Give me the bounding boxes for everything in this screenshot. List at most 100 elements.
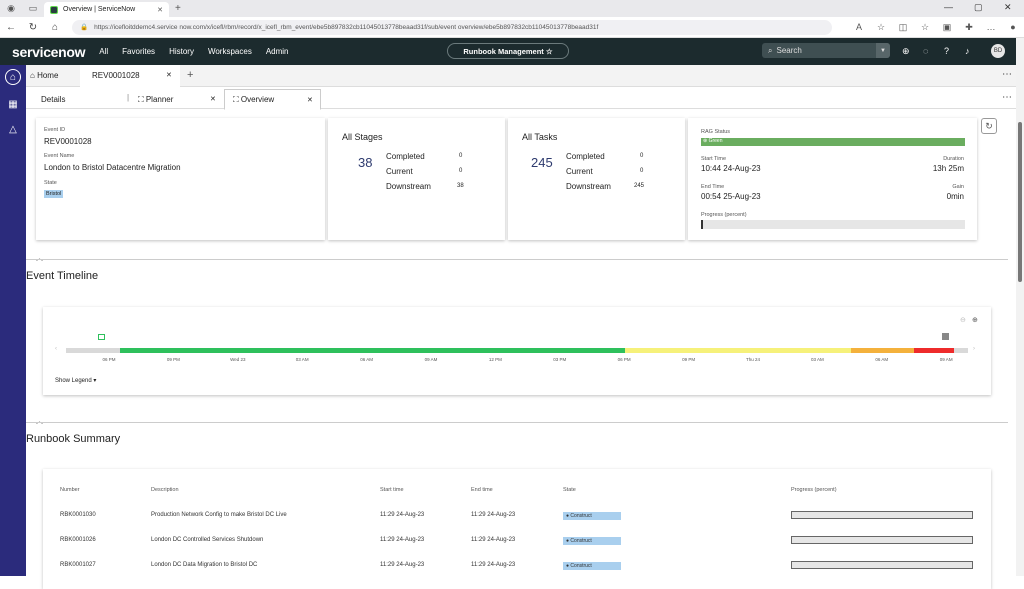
- tasks-completed-value: 0: [640, 153, 644, 159]
- new-tab-button[interactable]: +: [175, 3, 181, 14]
- page-scrollbar[interactable]: [1016, 38, 1024, 576]
- state-dot-icon: ●: [566, 538, 570, 544]
- tab-overview[interactable]: ⛶ Overview ✕: [224, 89, 321, 110]
- tab-details[interactable]: Details: [41, 95, 65, 104]
- servicenow-logo[interactable]: servicenow: [12, 44, 86, 60]
- more-options-icon[interactable]: ⋯: [1002, 69, 1012, 80]
- event-timeline-title: Event Timeline: [26, 270, 99, 282]
- close-overview-tab-icon[interactable]: ✕: [307, 96, 313, 104]
- event-name: London to Bristol Datacentre Migration: [44, 163, 181, 172]
- notifications-bell-icon[interactable]: ♪: [965, 46, 970, 56]
- extensions-icon[interactable]: ✚: [958, 22, 980, 33]
- zoom-out-icon[interactable]: ⊖: [960, 316, 966, 324]
- nav-all[interactable]: All: [99, 47, 108, 56]
- workspace-pill[interactable]: Runbook Management ☆: [447, 43, 569, 59]
- back-icon[interactable]: ←: [0, 22, 22, 33]
- col-state[interactable]: State: [563, 487, 576, 493]
- all-stages-card: All Stages 38 Completed 0 Current 0 Down…: [328, 118, 505, 240]
- row-number[interactable]: RBK0001027: [60, 562, 96, 568]
- planner-icon: ⛶: [138, 95, 144, 104]
- event-card: Event ID REV0001028 Event Name London to…: [36, 118, 325, 240]
- workspaces-icon[interactable]: ▭: [22, 0, 44, 17]
- rail-warning-icon[interactable]: △: [5, 121, 21, 137]
- sub-tabs-more-icon[interactable]: ⋯: [1002, 92, 1012, 103]
- row-progress-bar: [791, 511, 973, 519]
- globe-icon[interactable]: ⊕: [902, 46, 910, 57]
- close-planner-tab-icon[interactable]: ✕: [210, 95, 216, 103]
- tab-planner[interactable]: ⛶ Planner: [138, 95, 173, 105]
- refresh-button[interactable]: ↻: [981, 118, 997, 134]
- close-record-tab-icon[interactable]: ✕: [166, 71, 172, 79]
- browser-tab-strip: ◉ ▭ Overview | ServiceNow ✕ + — ▢ ✕: [0, 0, 1024, 17]
- rail-calendar-icon[interactable]: ▦: [5, 96, 21, 112]
- timeline-tick-label: 06 PM: [102, 357, 116, 362]
- copilot-icon[interactable]: ●: [1002, 22, 1024, 32]
- row-start: 11:29 24-Aug-23: [380, 562, 425, 568]
- end-marker-icon[interactable]: [942, 333, 949, 340]
- collapse-timeline-caret-icon[interactable]: ︿: [36, 416, 43, 426]
- start-marker-icon[interactable]: [98, 334, 105, 340]
- read-aloud-icon[interactable]: A: [848, 22, 870, 32]
- stages-downstream-value: 38: [457, 183, 464, 189]
- url-field[interactable]: 🔒 https://icefloitddemc4.service now.com…: [72, 19, 832, 35]
- browser-tab[interactable]: Overview | ServiceNow ✕: [44, 2, 169, 17]
- col-description[interactable]: Description: [151, 487, 179, 493]
- left-rail: ⌂ ▦ △: [0, 65, 26, 576]
- nav-history[interactable]: History: [169, 47, 194, 56]
- row-number[interactable]: RBK0001030: [60, 512, 96, 518]
- nav-favorites[interactable]: Favorites: [122, 47, 155, 56]
- runbook-summary-title: Runbook Summary: [26, 433, 121, 445]
- col-progress[interactable]: Progress (percent): [791, 487, 837, 493]
- search-scope-dropdown[interactable]: ▼: [876, 43, 890, 58]
- search-input[interactable]: ⌕ Search ▼: [762, 43, 890, 58]
- col-number[interactable]: Number: [60, 487, 80, 493]
- home-icon[interactable]: ⌂: [44, 22, 66, 33]
- row-state-badge: ● Construct: [563, 512, 621, 520]
- timeline-segment: [625, 348, 851, 353]
- add-tab-button[interactable]: +: [187, 69, 193, 81]
- timeline-bar: [66, 348, 968, 353]
- rag-status-bar: ⊛ Green: [701, 138, 965, 146]
- col-end-time[interactable]: End time: [471, 487, 493, 493]
- tab-planner-label: Planner: [145, 95, 174, 104]
- timeline-prev-icon[interactable]: ‹: [55, 346, 57, 352]
- tasks-downstream-value: 245: [634, 183, 645, 189]
- tab-home-label: Home: [37, 71, 59, 80]
- zoom-in-icon[interactable]: ⊕: [972, 316, 978, 324]
- minimize-icon[interactable]: —: [944, 2, 953, 12]
- row-progress-bar: [791, 561, 973, 569]
- maximize-icon[interactable]: ▢: [974, 2, 983, 13]
- tab-home[interactable]: ⌂ Home: [30, 71, 58, 80]
- chat-icon[interactable]: ◌: [923, 46, 928, 56]
- nav-workspaces[interactable]: Workspaces: [208, 47, 252, 56]
- split-screen-icon[interactable]: ◫: [892, 22, 914, 33]
- collections-icon[interactable]: ▣: [936, 22, 958, 33]
- timeline-tick-label: 03 AM: [811, 357, 824, 362]
- tasks-downstream-label: Downstream: [566, 182, 611, 191]
- help-icon[interactable]: ?: [944, 46, 949, 56]
- start-time-label: Start Time: [701, 156, 727, 162]
- timeline-segment: [954, 348, 968, 353]
- profile-icon[interactable]: ◉: [0, 0, 22, 17]
- scrollbar-thumb[interactable]: [1018, 122, 1022, 282]
- collapse-cards-caret-icon[interactable]: ︿: [36, 253, 43, 263]
- favorites-icon[interactable]: ☆: [914, 22, 936, 33]
- nav-admin[interactable]: Admin: [266, 47, 289, 56]
- tab-record[interactable]: REV0001028 ✕: [80, 65, 180, 87]
- timeline-next-icon[interactable]: ›: [973, 346, 975, 352]
- row-description: London DC Controlled Services Shutdown: [151, 537, 264, 543]
- tab-separator: |: [127, 93, 130, 102]
- favorite-star-icon[interactable]: ☆: [870, 22, 892, 33]
- rail-home-icon[interactable]: ⌂: [5, 69, 21, 85]
- show-legend-button[interactable]: Show Legend ▾: [55, 377, 96, 384]
- row-state: Construct: [570, 513, 592, 519]
- col-start-time[interactable]: Start time: [380, 487, 404, 493]
- refresh-icon[interactable]: ↻: [22, 22, 44, 33]
- lock-icon: 🔒: [80, 24, 89, 31]
- close-tab-icon[interactable]: ✕: [157, 6, 163, 14]
- more-icon[interactable]: …: [980, 22, 1002, 32]
- row-number[interactable]: RBK0001026: [60, 537, 96, 543]
- close-window-icon[interactable]: ✕: [1004, 2, 1012, 13]
- timeline-tick-label: 09 AM: [424, 357, 438, 362]
- user-avatar[interactable]: BD: [991, 44, 1005, 58]
